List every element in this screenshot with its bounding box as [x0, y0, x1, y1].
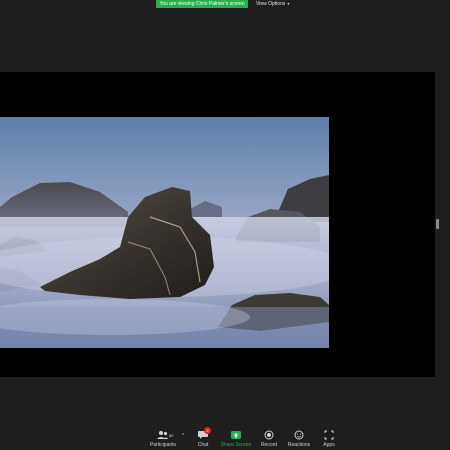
view-options-button[interactable]: View Options ▾ [256, 0, 289, 8]
viewing-screen-banner: You are viewing Chris Palmer's screen [156, 0, 248, 8]
shared-photo [0, 117, 329, 348]
participants-count: 80 [169, 433, 174, 438]
apps-label: Apps [323, 442, 335, 448]
meeting-toolbar: 80 Participants ^ 2 Chat Share Screen Re… [0, 425, 450, 450]
view-options-label: View Options [256, 1, 286, 7]
chevron-down-icon: ▾ [287, 1, 290, 6]
rocks-in-mist-image [0, 117, 329, 348]
chat-unread-badge: 2 [204, 427, 211, 434]
apps-button[interactable]: Apps [309, 425, 349, 450]
apps-icon [324, 430, 334, 440]
resize-handle[interactable] [436, 219, 439, 229]
participants-icon [157, 431, 169, 439]
